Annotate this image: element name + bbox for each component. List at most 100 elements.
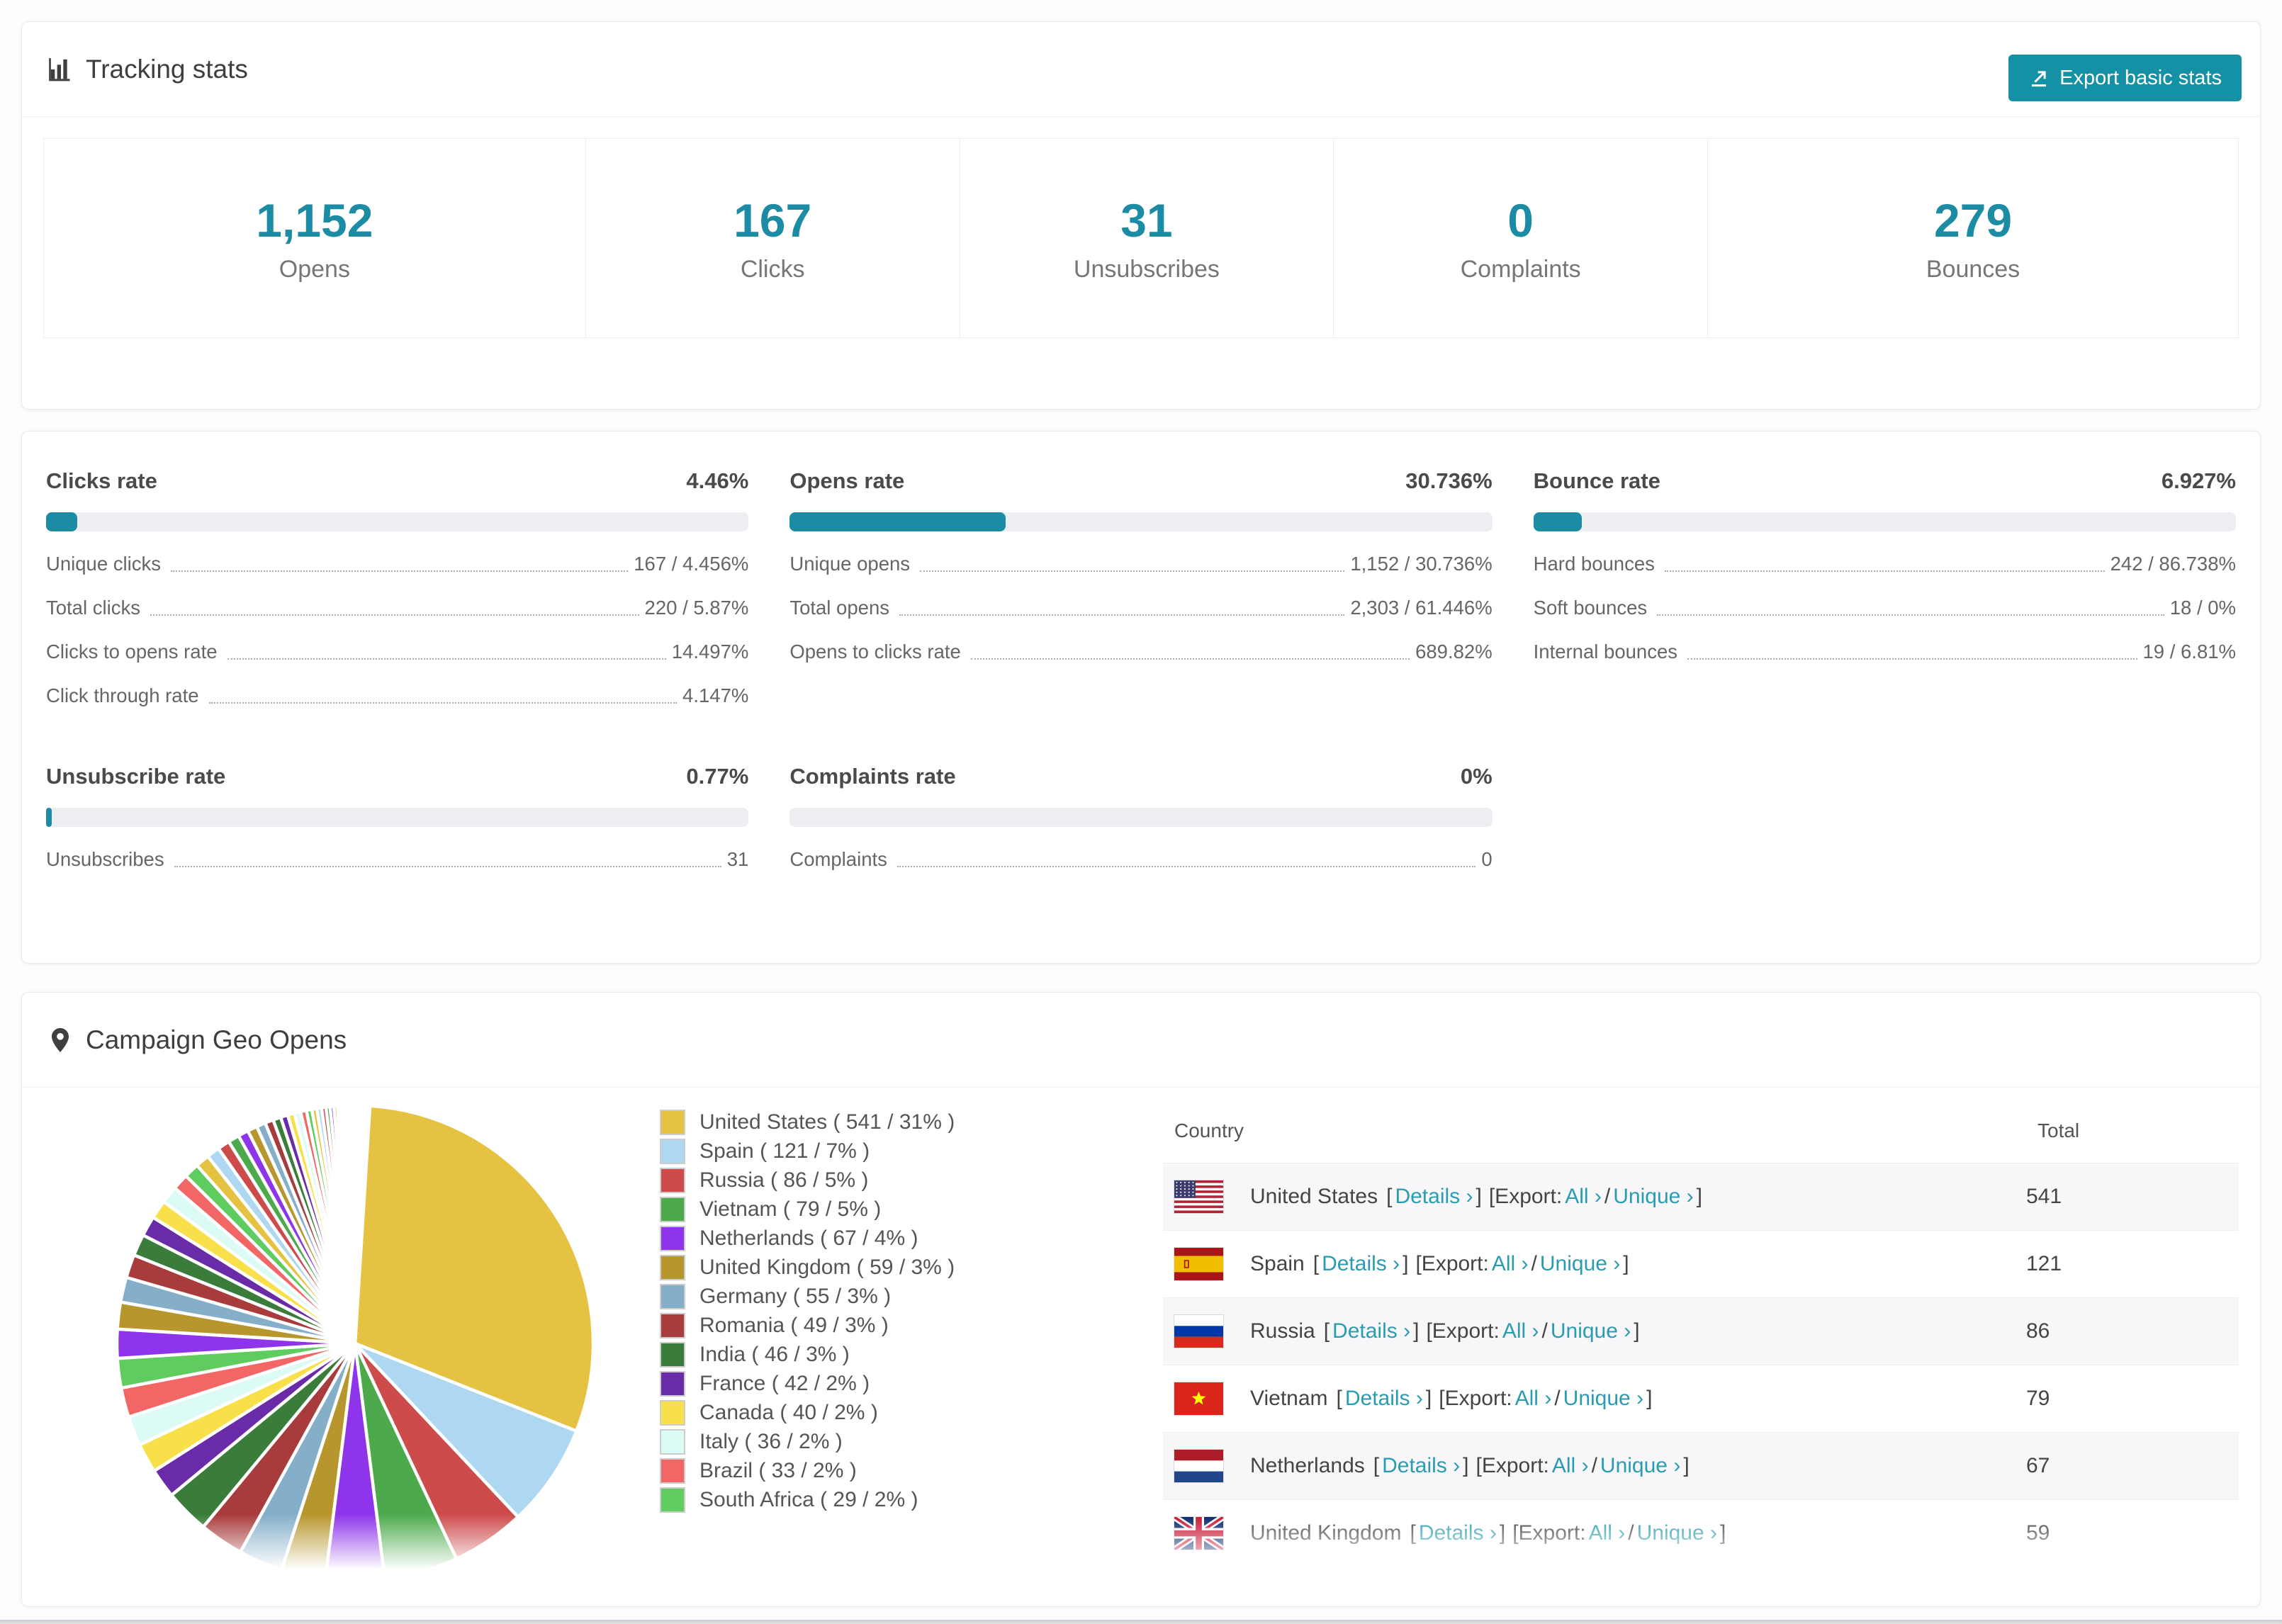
country-total: 121	[2026, 1251, 2062, 1275]
clicks-rate-progressbar	[46, 512, 749, 531]
legend-label: Vietnam ( 79 / 5% )	[699, 1197, 882, 1221]
legend-color-swatch	[660, 1428, 685, 1455]
rate-detail-row: Hard bounces 242 / 86.738%	[1534, 553, 2236, 575]
rate-value: 0.77%	[686, 764, 749, 789]
geo-table-row: Germany [Details ›] [Export: All › / Unique…	[1163, 1567, 2239, 1607]
export-unique-link[interactable]: Unique ›	[1600, 1454, 1680, 1478]
legend-label: India ( 46 / 3% )	[699, 1342, 850, 1366]
legend-item: Italy ( 36 / 2% )	[660, 1427, 1113, 1456]
chevron-right-icon: ›	[1673, 1453, 1681, 1477]
card-title: Tracking stats	[86, 54, 248, 84]
stat-label: Complaints	[1460, 255, 1581, 283]
detail-label: Unique opens	[789, 553, 911, 575]
rate-detail-row: Complaints 0	[789, 848, 1492, 871]
unsubscribe-rate-section: Unsubscribe rate 0.77% Unsubscribes 31	[46, 764, 749, 871]
chevron-right-icon: ›	[1403, 1319, 1411, 1343]
detail-value: 2,303 / 61.446%	[1350, 597, 1493, 619]
details-link[interactable]: Details ›	[1332, 1319, 1410, 1343]
legend-label: Russia ( 86 / 5% )	[699, 1168, 869, 1192]
geo-table-row: Spain [Details ›] [Export: All › / Unique ›…	[1163, 1230, 2239, 1297]
legend-item: Germany ( 55 / 3% )	[660, 1282, 1113, 1311]
rate-detail-row: Internal bounces 19 / 6.81%	[1534, 641, 2236, 663]
export-all-link[interactable]: All ›	[1552, 1454, 1589, 1478]
export-unique-link[interactable]: Unique ›	[1563, 1387, 1643, 1411]
export-all-link[interactable]: All ›	[1524, 1589, 1561, 1606]
details-link[interactable]: Details ›	[1419, 1521, 1497, 1545]
legend-label: United States ( 541 / 31% )	[699, 1110, 955, 1134]
rate-detail-row: Soft bounces 18 / 0%	[1534, 597, 2236, 619]
export-all-link[interactable]: All ›	[1502, 1319, 1539, 1343]
page: Tracking stats Export basic stats 1,152 …	[0, 0, 2282, 1607]
detail-value: 689.82%	[1415, 641, 1493, 662]
country-name: Russia	[1250, 1319, 1315, 1343]
export-unique-link[interactable]: Unique ›	[1613, 1185, 1693, 1209]
country-total: 55	[2026, 1588, 2050, 1607]
legend-label: Romania ( 49 / 3% )	[699, 1313, 889, 1337]
rate-value: 4.46%	[686, 468, 749, 493]
detail-value: 18 / 0%	[2169, 597, 2236, 619]
details-link[interactable]: Details ›	[1322, 1252, 1400, 1276]
legend-label: Netherlands ( 67 / 4% )	[699, 1226, 918, 1250]
chevron-right-icon: ›	[1425, 1588, 1433, 1607]
dotted-leader	[208, 702, 678, 704]
export-all-link[interactable]: All ›	[1565, 1185, 1602, 1209]
detail-label: Total clicks	[46, 597, 140, 619]
export-basic-stats-button[interactable]: Export basic stats	[2008, 55, 2242, 101]
legend-item: United Kingdom ( 59 / 3% )	[660, 1253, 1113, 1282]
country-name: Vietnam	[1250, 1386, 1328, 1410]
export-unique-link[interactable]: Unique ›	[1637, 1521, 1717, 1545]
geo-table: Country Total United States [Details ›] …	[1163, 1099, 2239, 1607]
dotted-leader	[1687, 658, 2137, 660]
stat-label: Opens	[279, 255, 350, 283]
dotted-leader	[920, 570, 1345, 572]
legend-color-swatch	[660, 1283, 685, 1309]
details-link[interactable]: Details ›	[1382, 1454, 1460, 1478]
rate-value: 0%	[1460, 764, 1493, 789]
dotted-leader	[970, 658, 1410, 660]
geo-table-row: Netherlands [Details ›] [Export: All › / Un…	[1163, 1432, 2239, 1499]
legend-label: South Africa ( 29 / 2% )	[699, 1487, 918, 1511]
dotted-leader	[1657, 614, 2164, 616]
column-header-country: Country	[1174, 1119, 1244, 1141]
legend-label: Canada ( 40 / 2% )	[699, 1400, 878, 1424]
legend-item: Netherlands ( 67 / 4% )	[660, 1224, 1113, 1253]
export-unique-link[interactable]: Unique ›	[1551, 1319, 1631, 1343]
export-all-link[interactable]: All ›	[1589, 1521, 1626, 1545]
chevron-right-icon: ›	[1613, 1251, 1621, 1275]
table-header-row: Country Total	[1163, 1099, 2239, 1163]
rate-value: 6.927%	[2161, 468, 2236, 493]
export-all-link[interactable]: All ›	[1515, 1387, 1552, 1411]
rate-detail-row: Unsubscribes 31	[46, 848, 748, 871]
country-flag-icon	[1174, 1583, 1224, 1606]
legend-color-swatch	[660, 1254, 685, 1280]
chevron-right-icon: ›	[1521, 1251, 1529, 1275]
map-marker-icon	[46, 1026, 74, 1054]
detail-value: 19 / 6.81%	[2142, 641, 2236, 662]
detail-label: Soft bounces	[1533, 597, 1648, 619]
legend-color-swatch	[660, 1399, 685, 1426]
chevron-right-icon: ›	[1594, 1184, 1602, 1208]
legend-label: France ( 42 / 2% )	[699, 1371, 870, 1395]
details-link[interactable]: Details ›	[1355, 1588, 1433, 1607]
export-icon	[2032, 71, 2047, 87]
export-all-link[interactable]: All ›	[1492, 1252, 1529, 1276]
details-link[interactable]: Details ›	[1395, 1185, 1473, 1209]
tracking-stats-header: Tracking stats Export basic stats	[22, 22, 2260, 117]
legend-label: Germany ( 55 / 3% )	[699, 1284, 892, 1308]
country-flag-icon	[1174, 1314, 1224, 1348]
details-link[interactable]: Details ›	[1345, 1387, 1423, 1411]
rate-title: Complaints rate	[789, 764, 956, 789]
export-unique-link[interactable]: Unique ›	[1540, 1252, 1620, 1276]
detail-value: 4.147%	[682, 684, 749, 706]
legend-color-swatch	[660, 1196, 685, 1222]
detail-label: Unsubscribes	[46, 848, 164, 870]
detail-label: Total opens	[789, 597, 889, 619]
legend-label: United Kingdom ( 59 / 3% )	[699, 1255, 955, 1279]
detail-label: Click through rate	[46, 684, 199, 706]
stat-box: 1,152 Opens	[44, 139, 586, 337]
detail-label: Hard bounces	[1533, 553, 1655, 575]
bounce-rate-progressbar	[1533, 512, 2236, 531]
rate-detail-row: Unique opens 1,152 / 30.736%	[789, 553, 1492, 575]
legend-color-swatch	[660, 1225, 685, 1251]
export-unique-link[interactable]: Unique ›	[1573, 1589, 1653, 1606]
